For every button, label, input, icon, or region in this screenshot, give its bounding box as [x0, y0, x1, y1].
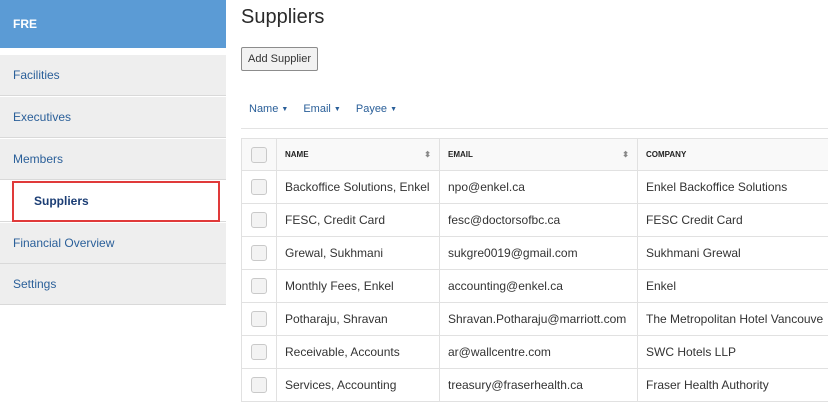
row-select-cell [241, 269, 277, 303]
sidebar-item-executives[interactable]: Executives [0, 97, 226, 138]
caret-down-icon: ▼ [390, 105, 397, 113]
sidebar-item-facilities[interactable]: Facilities [0, 55, 226, 96]
row-checkbox[interactable] [251, 245, 267, 261]
filter-bar: Name ▼ Email ▼ Payee ▼ [249, 103, 409, 115]
row-select-cell [241, 236, 277, 270]
sidebar-item-suppliers[interactable]: Suppliers [0, 181, 226, 222]
sidebar: FRE Facilities Executives Members Suppli… [0, 0, 226, 402]
cell-company: Fraser Health Authority [637, 368, 828, 402]
row-checkbox[interactable] [251, 344, 267, 360]
row-select-cell [241, 302, 277, 336]
sidebar-item-financial-overview[interactable]: Financial Overview [0, 223, 226, 264]
column-header-label: COMPANY [646, 150, 687, 159]
filter-name[interactable]: Name ▼ [249, 103, 288, 115]
cell-email: accounting@enkel.ca [439, 269, 638, 303]
cell-name: Monthly Fees, Enkel [276, 269, 440, 303]
caret-down-icon: ▼ [333, 105, 341, 113]
add-supplier-button[interactable]: Add Supplier [241, 47, 318, 71]
filter-payee[interactable]: Payee ▼ [356, 103, 397, 115]
caret-down-icon: ▼ [281, 105, 289, 113]
column-header-company: COMPANY [637, 138, 828, 171]
row-select-cell [241, 368, 277, 402]
sort-icon[interactable]: ⬍ [622, 150, 629, 159]
cell-email: fesc@doctorsofbc.ca [439, 203, 638, 237]
row-select-cell [241, 170, 277, 204]
column-header-label: EMAIL [448, 150, 473, 159]
cell-name: FESC, Credit Card [276, 203, 440, 237]
row-checkbox[interactable] [251, 278, 267, 294]
filter-email[interactable]: Email ▼ [303, 103, 340, 115]
table-row[interactable]: FESC, Credit Card fesc@doctorsofbc.ca FE… [241, 203, 828, 237]
table-header-row: NAME ⬍ EMAIL ⬍ COMPANY [241, 138, 828, 171]
cell-company: Sukhmani Grewal [637, 236, 828, 270]
cell-company: Enkel [637, 269, 828, 303]
table-row[interactable]: Backoffice Solutions, Enkel npo@enkel.ca… [241, 170, 828, 204]
cell-name: Services, Accounting [276, 368, 440, 402]
table-row[interactable]: Monthly Fees, Enkel accounting@enkel.ca … [241, 269, 828, 303]
select-all-checkbox[interactable] [251, 146, 267, 163]
page-title: Suppliers [241, 6, 325, 28]
sidebar-item-members[interactable]: Members [0, 139, 226, 180]
row-checkbox[interactable] [251, 377, 267, 393]
row-checkbox[interactable] [251, 179, 267, 195]
select-all-cell [241, 138, 277, 171]
table-row[interactable]: Grewal, Sukhmani sukgre0019@gmail.com Su… [241, 236, 828, 270]
cell-company: SWC Hotels LLP [637, 335, 828, 369]
cell-email: Shravan.Potharaju@marriott.com [439, 302, 638, 336]
table-row[interactable]: Services, Accounting treasury@fraserheal… [241, 368, 828, 402]
column-header-email[interactable]: EMAIL ⬍ [439, 138, 638, 171]
filter-email-label: Email [303, 103, 331, 115]
cell-name: Grewal, Sukhmani [276, 236, 440, 270]
row-select-cell [241, 335, 277, 369]
cell-name: Backoffice Solutions, Enkel [276, 170, 440, 204]
column-header-name[interactable]: NAME ⬍ [276, 138, 440, 171]
filter-payee-label: Payee [355, 103, 388, 115]
filter-name-label: Name [249, 103, 279, 115]
cell-email: ar@wallcentre.com [439, 335, 638, 369]
cell-name: Potharaju, Shravan [276, 302, 440, 336]
cell-company: The Metropolitan Hotel Vancouve [637, 302, 828, 336]
cell-email: treasury@fraserhealth.ca [439, 368, 638, 402]
sort-icon[interactable]: ⬍ [424, 150, 431, 159]
column-header-label: NAME [285, 150, 309, 159]
cell-company: FESC Credit Card [637, 203, 828, 237]
divider [241, 128, 828, 129]
brand-header: FRE [0, 0, 226, 48]
suppliers-table: NAME ⬍ EMAIL ⬍ COMPANY Backoffice Solution… [241, 138, 828, 402]
table-row[interactable]: Potharaju, Shravan Shravan.Potharaju@mar… [241, 302, 828, 336]
cell-email: npo@enkel.ca [439, 170, 638, 204]
table-row[interactable]: Receivable, Accounts ar@wallcentre.com S… [241, 335, 828, 369]
row-select-cell [241, 203, 277, 237]
sidebar-item-settings[interactable]: Settings [0, 264, 226, 305]
cell-company: Enkel Backoffice Solutions [637, 170, 828, 204]
cell-email: sukgre0019@gmail.com [439, 236, 638, 270]
row-checkbox[interactable] [251, 212, 267, 228]
cell-name: Receivable, Accounts [276, 335, 440, 369]
row-checkbox[interactable] [251, 311, 267, 327]
